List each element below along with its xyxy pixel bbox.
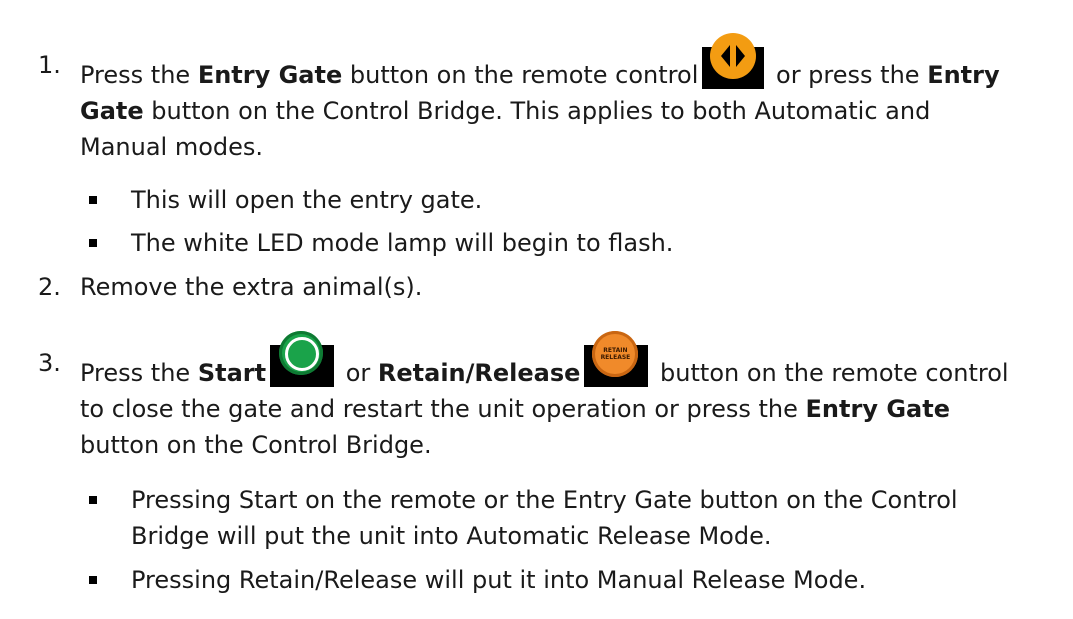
step-body: Press the Start or Retain/Release RETAIN R… bbox=[80, 331, 1058, 463]
step-line: Gate button on the Control Bridge. This … bbox=[80, 97, 931, 125]
step-2: 2. Remove the extra animal(s). bbox=[38, 269, 1058, 305]
step-number: 3. bbox=[38, 349, 61, 377]
list-item: This will open the entry gate. bbox=[89, 182, 1029, 218]
start-icon bbox=[270, 331, 335, 387]
step-body: Press the Entry Gate button on the remot… bbox=[80, 33, 1058, 165]
bullet-square-icon bbox=[89, 576, 97, 584]
step-3: 3. Press the Start or Retain/Release RETA… bbox=[38, 331, 1058, 463]
list-item: The white LED mode lamp will begin to fl… bbox=[89, 225, 1029, 261]
retain-release-icon: RETAIN RELEASE bbox=[584, 331, 649, 387]
bullet-square-icon bbox=[89, 496, 97, 504]
step-line: button on the Control Bridge. bbox=[80, 431, 432, 459]
step-body: Remove the extra animal(s). bbox=[80, 273, 423, 301]
step-line: to close the gate and restart the unit o… bbox=[80, 395, 950, 423]
entry-gate-icon bbox=[702, 33, 765, 89]
step-line: Manual modes. bbox=[80, 133, 264, 161]
step-1: 1. Press the Entry Gate button on the re… bbox=[38, 33, 1058, 165]
bullet-square-icon bbox=[89, 196, 97, 204]
list-item: Pressing Start on the remote or the Entr… bbox=[89, 482, 1029, 554]
step-line: Press the Start or Retain/Release RETAIN R… bbox=[80, 331, 1058, 391]
step-number: 2. bbox=[38, 273, 61, 301]
list-item: Pressing Retain/Release will put it into… bbox=[89, 562, 1029, 598]
step-number: 1. bbox=[38, 51, 61, 79]
instruction-document: 1. Press the Entry Gate button on the re… bbox=[0, 0, 1073, 619]
bullet-square-icon bbox=[89, 239, 97, 247]
step-line: Press the Entry Gate button on the remot… bbox=[80, 33, 1058, 93]
